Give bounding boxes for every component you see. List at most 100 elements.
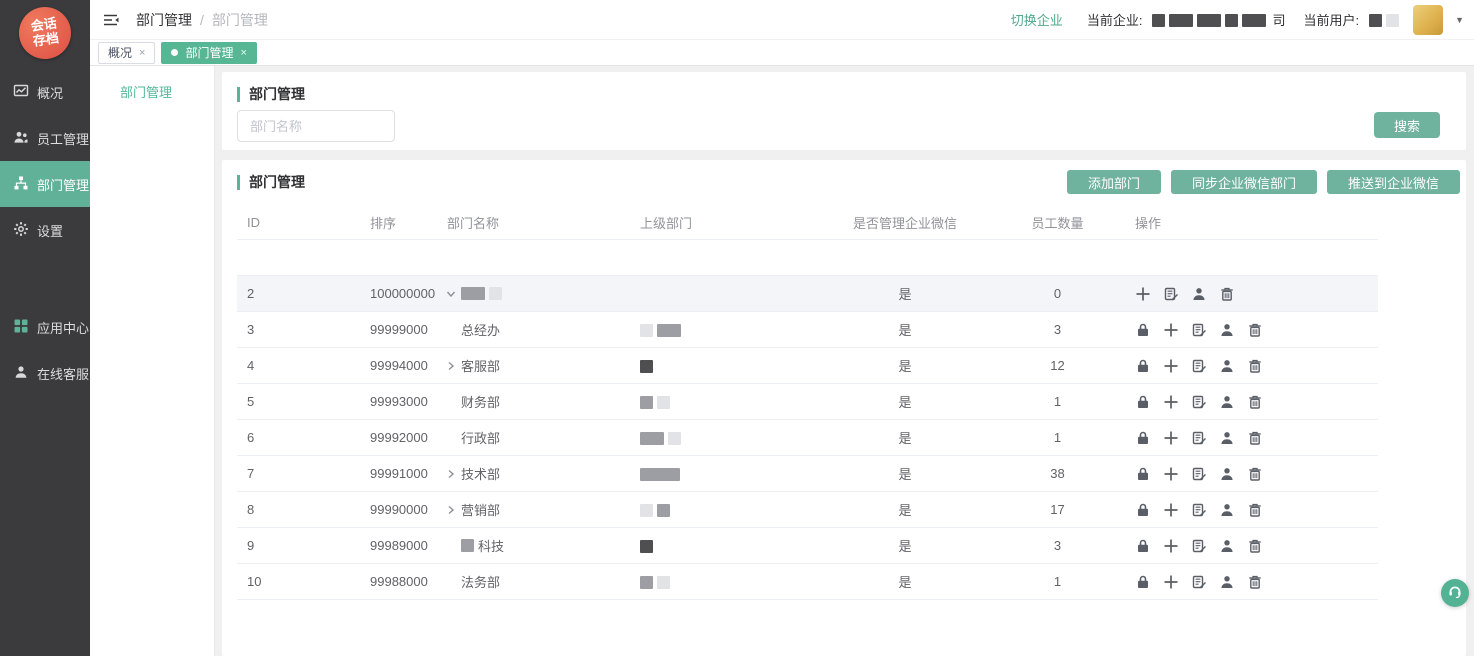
user-icon[interactable] [1219,322,1236,338]
lock-icon[interactable] [1135,466,1152,482]
secondary-sidebar: 部门管理 [90,66,215,656]
expander-icon[interactable] [445,360,461,372]
trash-icon[interactable] [1247,502,1264,518]
edit-icon[interactable] [1191,358,1208,374]
add-department-button[interactable]: 添加部门 [1067,170,1161,194]
edit-icon[interactable] [1191,538,1208,554]
close-icon[interactable]: × [139,47,145,59]
sync-wework-departments-button[interactable]: 同步企业微信部门 [1171,170,1317,194]
sidebar-item-app-center[interactable]: 应用中心 [0,304,90,350]
expander-icon[interactable] [445,288,461,300]
sidebar-item-label: 设置 [37,221,63,240]
user-icon[interactable] [1219,574,1236,590]
table-row[interactable]: 10 99988000 法务部 是 1 [237,564,1378,600]
dept-name-text: 行政部 [461,428,500,447]
table-row[interactable]: 4 99994000 客服部 是 12 [237,348,1378,384]
edit-icon[interactable] [1191,394,1208,410]
trash-icon[interactable] [1247,538,1264,554]
trash-icon[interactable] [1247,430,1264,446]
search-button[interactable]: 搜索 [1374,112,1440,138]
menu-fold-icon[interactable] [102,12,120,28]
cell-dept-name: 财务部 [437,392,630,411]
cell-actions [1125,538,1378,554]
cell-dept-name: 总经办 [437,320,630,339]
expander-icon[interactable] [445,504,461,516]
sidebar-item-departments[interactable]: 部门管理 [0,161,90,207]
lock-icon[interactable] [1135,394,1152,410]
breadcrumb-item[interactable]: 部门管理 [136,10,192,30]
cell-id: 8 [237,502,360,517]
lock-icon[interactable] [1135,538,1152,554]
table-row[interactable]: 8 99990000 营销部 是 17 [237,492,1378,528]
lock-icon[interactable] [1135,322,1152,338]
expander-icon[interactable] [445,468,461,480]
lock-icon[interactable] [1135,502,1152,518]
plus-icon[interactable] [1163,466,1180,482]
user-icon[interactable] [1219,430,1236,446]
submenu-item-departments[interactable]: 部门管理 [120,82,214,101]
department-name-input[interactable] [237,110,395,142]
user-icon[interactable] [1191,286,1208,302]
table-row[interactable]: 9 99989000 科技 是 3 [237,528,1378,564]
cell-actions [1125,286,1378,302]
sidebar-item-label: 应用中心 [37,318,89,337]
edit-icon[interactable] [1191,322,1208,338]
user-icon[interactable] [1219,358,1236,374]
avatar[interactable] [1413,5,1443,35]
lock-icon[interactable] [1135,358,1152,374]
table-row[interactable]: 3 99999000 总经办 是 3 [237,312,1378,348]
plus-icon[interactable] [1163,322,1180,338]
trash-icon[interactable] [1247,394,1264,410]
cell-wework-managed: 是 [820,284,990,303]
table-row[interactable]: 5 99993000 财务部 是 1 [237,384,1378,420]
close-icon[interactable]: × [240,47,246,59]
trash-icon[interactable] [1219,286,1236,302]
plus-icon[interactable] [1163,538,1180,554]
plus-icon[interactable] [1163,574,1180,590]
sidebar-item-employees[interactable]: 员工管理 [0,115,90,161]
plus-icon[interactable] [1163,358,1180,374]
user-icon[interactable] [1219,394,1236,410]
edit-icon[interactable] [1191,466,1208,482]
tab-label: 部门管理 [185,44,233,61]
breadcrumb: 部门管理 / 部门管理 [136,10,268,30]
edit-icon[interactable] [1191,574,1208,590]
push-to-wework-button[interactable]: 推送到企业微信 [1327,170,1460,194]
user-icon[interactable] [1219,466,1236,482]
edit-icon[interactable] [1191,430,1208,446]
primary-sidebar: 会话 存档 概况 员工管理 部门管理 设置 应用中心 在线客服 [0,0,90,656]
trash-icon[interactable] [1247,466,1264,482]
user-name-redacted [1369,12,1403,27]
chevron-down-icon[interactable]: ▼ [1455,15,1464,25]
cell-id: 7 [237,466,360,481]
lock-icon[interactable] [1135,574,1152,590]
sidebar-item-overview[interactable]: 概况 [0,69,90,115]
table-row[interactable]: 7 99991000 技术部 是 38 [237,456,1378,492]
edit-icon[interactable] [1163,286,1180,302]
cell-actions [1125,322,1378,338]
user-icon[interactable] [1219,502,1236,518]
table-row[interactable]: 2 100000000 是 0 [237,276,1378,312]
plus-icon[interactable] [1135,286,1152,302]
table-row[interactable]: 6 99992000 行政部 是 1 [237,420,1378,456]
user-icon[interactable] [1219,538,1236,554]
tab-departments[interactable]: 部门管理 × [161,42,256,64]
plus-icon[interactable] [1163,394,1180,410]
lock-icon[interactable] [1135,430,1152,446]
company-name-redacted [1152,12,1270,27]
breadcrumb-separator: / [200,12,204,28]
trash-icon[interactable] [1247,574,1264,590]
trash-icon[interactable] [1247,358,1264,374]
switch-company-link[interactable]: 切换企业 [1011,10,1063,29]
sidebar-item-online-support[interactable]: 在线客服 [0,350,90,396]
customer-service-button[interactable] [1441,579,1469,607]
cell-actions [1125,466,1378,482]
table-row[interactable] [237,240,1378,276]
edit-icon[interactable] [1191,502,1208,518]
redacted-text [1386,14,1399,27]
sidebar-item-settings[interactable]: 设置 [0,207,90,253]
plus-icon[interactable] [1163,502,1180,518]
plus-icon[interactable] [1163,430,1180,446]
trash-icon[interactable] [1247,322,1264,338]
tab-overview[interactable]: 概况 × [98,42,155,64]
